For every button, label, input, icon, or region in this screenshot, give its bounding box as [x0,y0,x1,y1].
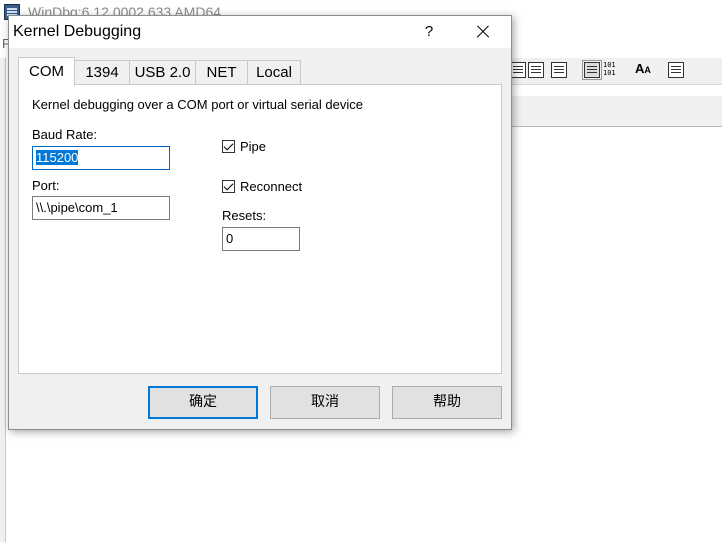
pipe-checkbox-row[interactable]: Pipe [222,139,266,154]
tab-net[interactable]: NET [195,60,248,84]
background-command-band [510,96,722,127]
help-button[interactable]: 帮助 [392,386,502,419]
background-toolbar: 101 101 AA [510,58,722,85]
baud-rate-input[interactable]: 115200 [32,146,170,170]
tab-local[interactable]: Local [247,60,301,84]
com-tab-panel: Kernel debugging over a COM port or virt… [18,84,502,374]
resets-label: Resets: [222,208,267,223]
reconnect-label: Reconnect [240,179,303,194]
kernel-debugging-dialog: Kernel Debugging ? COM 1394 USB 2.0 NET … [8,15,512,430]
cancel-button[interactable]: 取消 [270,386,380,419]
properties-icon[interactable] [668,62,684,78]
tab-usb[interactable]: USB 2.0 [129,60,196,84]
font-icon[interactable]: AA [635,61,651,76]
port-input[interactable]: \\.\pipe\com_1 [32,196,170,220]
help-question-icon[interactable]: ? [417,21,441,43]
pipe-checkbox[interactable] [222,140,235,153]
dialog-title: Kernel Debugging [13,23,142,40]
com-description: Kernel debugging over a COM port or virt… [32,97,363,112]
ok-button[interactable]: 确定 [148,386,258,419]
binary-101-icon[interactable]: 101 101 [603,61,616,77]
tab-com[interactable]: COM [18,57,75,86]
port-label: Port: [32,178,60,193]
list-icon[interactable] [582,60,602,80]
tab-1394[interactable]: 1394 [74,60,130,84]
pipe-label: Pipe [240,139,267,154]
window-icon[interactable] [510,62,526,78]
baud-rate-label: Baud Rate: [32,127,98,142]
resets-input[interactable]: 0 [222,227,300,251]
background-window-edge [0,58,6,542]
baud-rate-value: 115200 [36,150,79,165]
console-icon[interactable] [551,62,567,78]
reconnect-checkbox[interactable] [222,180,235,193]
dialog-icon[interactable] [528,62,544,78]
dialog-titlebar: Kernel Debugging ? [9,16,511,48]
close-icon[interactable] [467,20,497,44]
reconnect-checkbox-row[interactable]: Reconnect [222,179,302,194]
